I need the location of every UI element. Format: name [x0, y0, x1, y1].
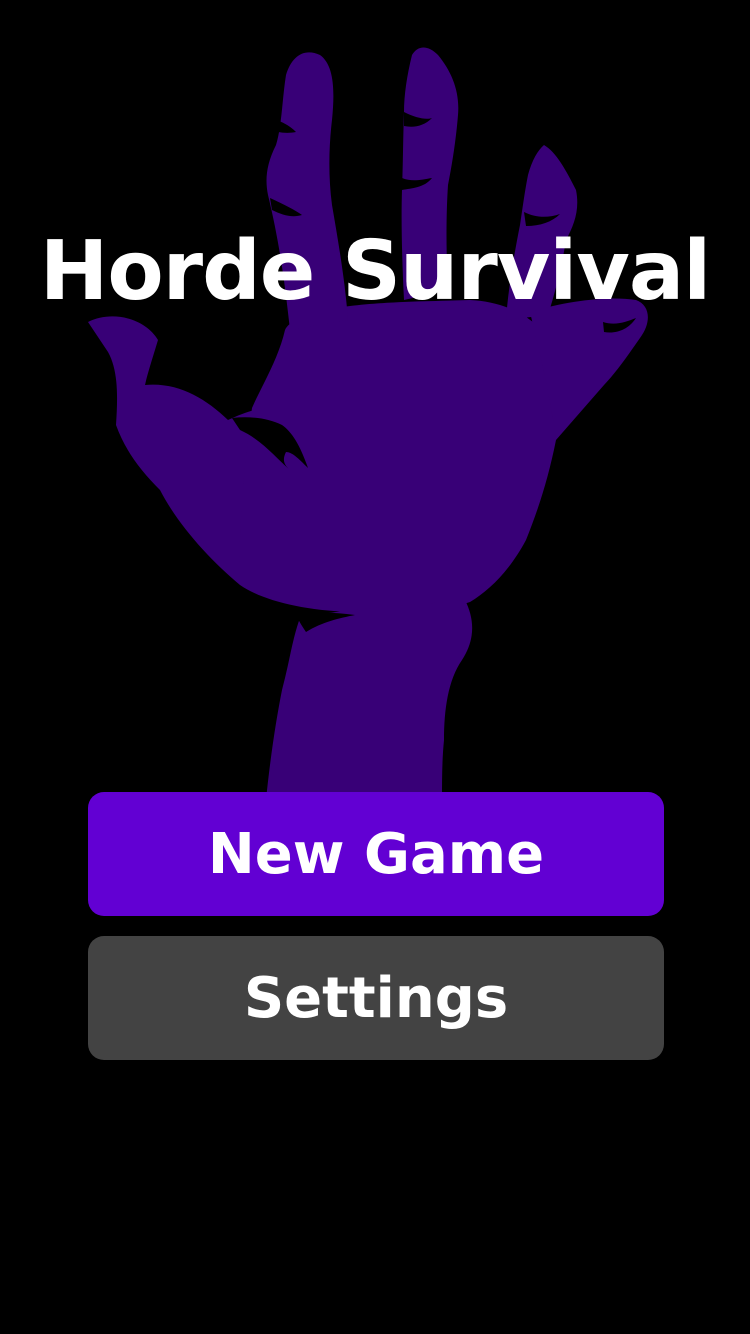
zombie-hand-icon [88, 47, 648, 800]
new-game-button[interactable]: New Game [88, 792, 664, 916]
settings-button[interactable]: Settings [88, 936, 664, 1060]
main-menu-screen: Horde Survival New Game Settings [0, 0, 750, 1334]
settings-label: Settings [243, 965, 509, 1031]
new-game-label: New Game [207, 821, 545, 887]
game-title: Horde Survival [39, 224, 712, 319]
